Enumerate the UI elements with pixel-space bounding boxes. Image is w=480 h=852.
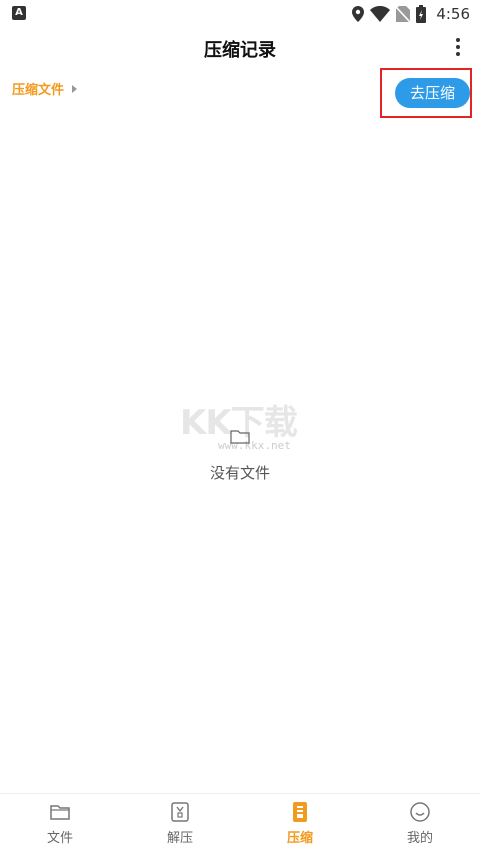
chevron-right-icon (72, 84, 78, 93)
nav-label-unzip: 解压 (166, 831, 193, 846)
no-sim-icon (396, 6, 411, 22)
status-bar: A 4:56 (0, 0, 480, 28)
empty-state-text: 没有文件 (209, 464, 270, 482)
unzip-icon (171, 802, 189, 822)
location-icon (352, 6, 365, 22)
folder-icon (50, 805, 70, 820)
nav-label-compress: 压缩 (286, 831, 313, 846)
nav-item-mine[interactable]: 我的 (360, 794, 480, 852)
breadcrumb-item-compressed-files[interactable]: 压缩文件 (12, 79, 64, 98)
compress-icon (293, 802, 307, 822)
nav-label-mine: 我的 (406, 831, 433, 846)
wifi-icon (370, 6, 391, 22)
page-title: 压缩记录 (204, 40, 276, 61)
empty-folder-icon (230, 430, 250, 444)
app-notification-icon: A (12, 6, 26, 20)
nav-label-files: 文件 (46, 831, 73, 846)
status-icons: 4:56 (352, 4, 470, 24)
more-vertical-icon[interactable] (450, 36, 466, 60)
battery-icon (416, 5, 427, 23)
smiley-icon (410, 802, 430, 822)
status-time: 4:56 (436, 5, 470, 23)
bottom-nav: 文件 解压 压缩 我的 (0, 793, 480, 852)
go-compress-button[interactable]: 去压缩 (395, 78, 470, 108)
breadcrumb[interactable]: 压缩文件 (12, 79, 78, 98)
watermark-url: www.kkx.net (218, 439, 291, 452)
nav-item-compress[interactable]: 压缩 (240, 794, 360, 852)
nav-item-unzip[interactable]: 解压 (120, 794, 240, 852)
toolbar: 压缩记录 (0, 28, 480, 70)
nav-item-files[interactable]: 文件 (0, 794, 120, 852)
